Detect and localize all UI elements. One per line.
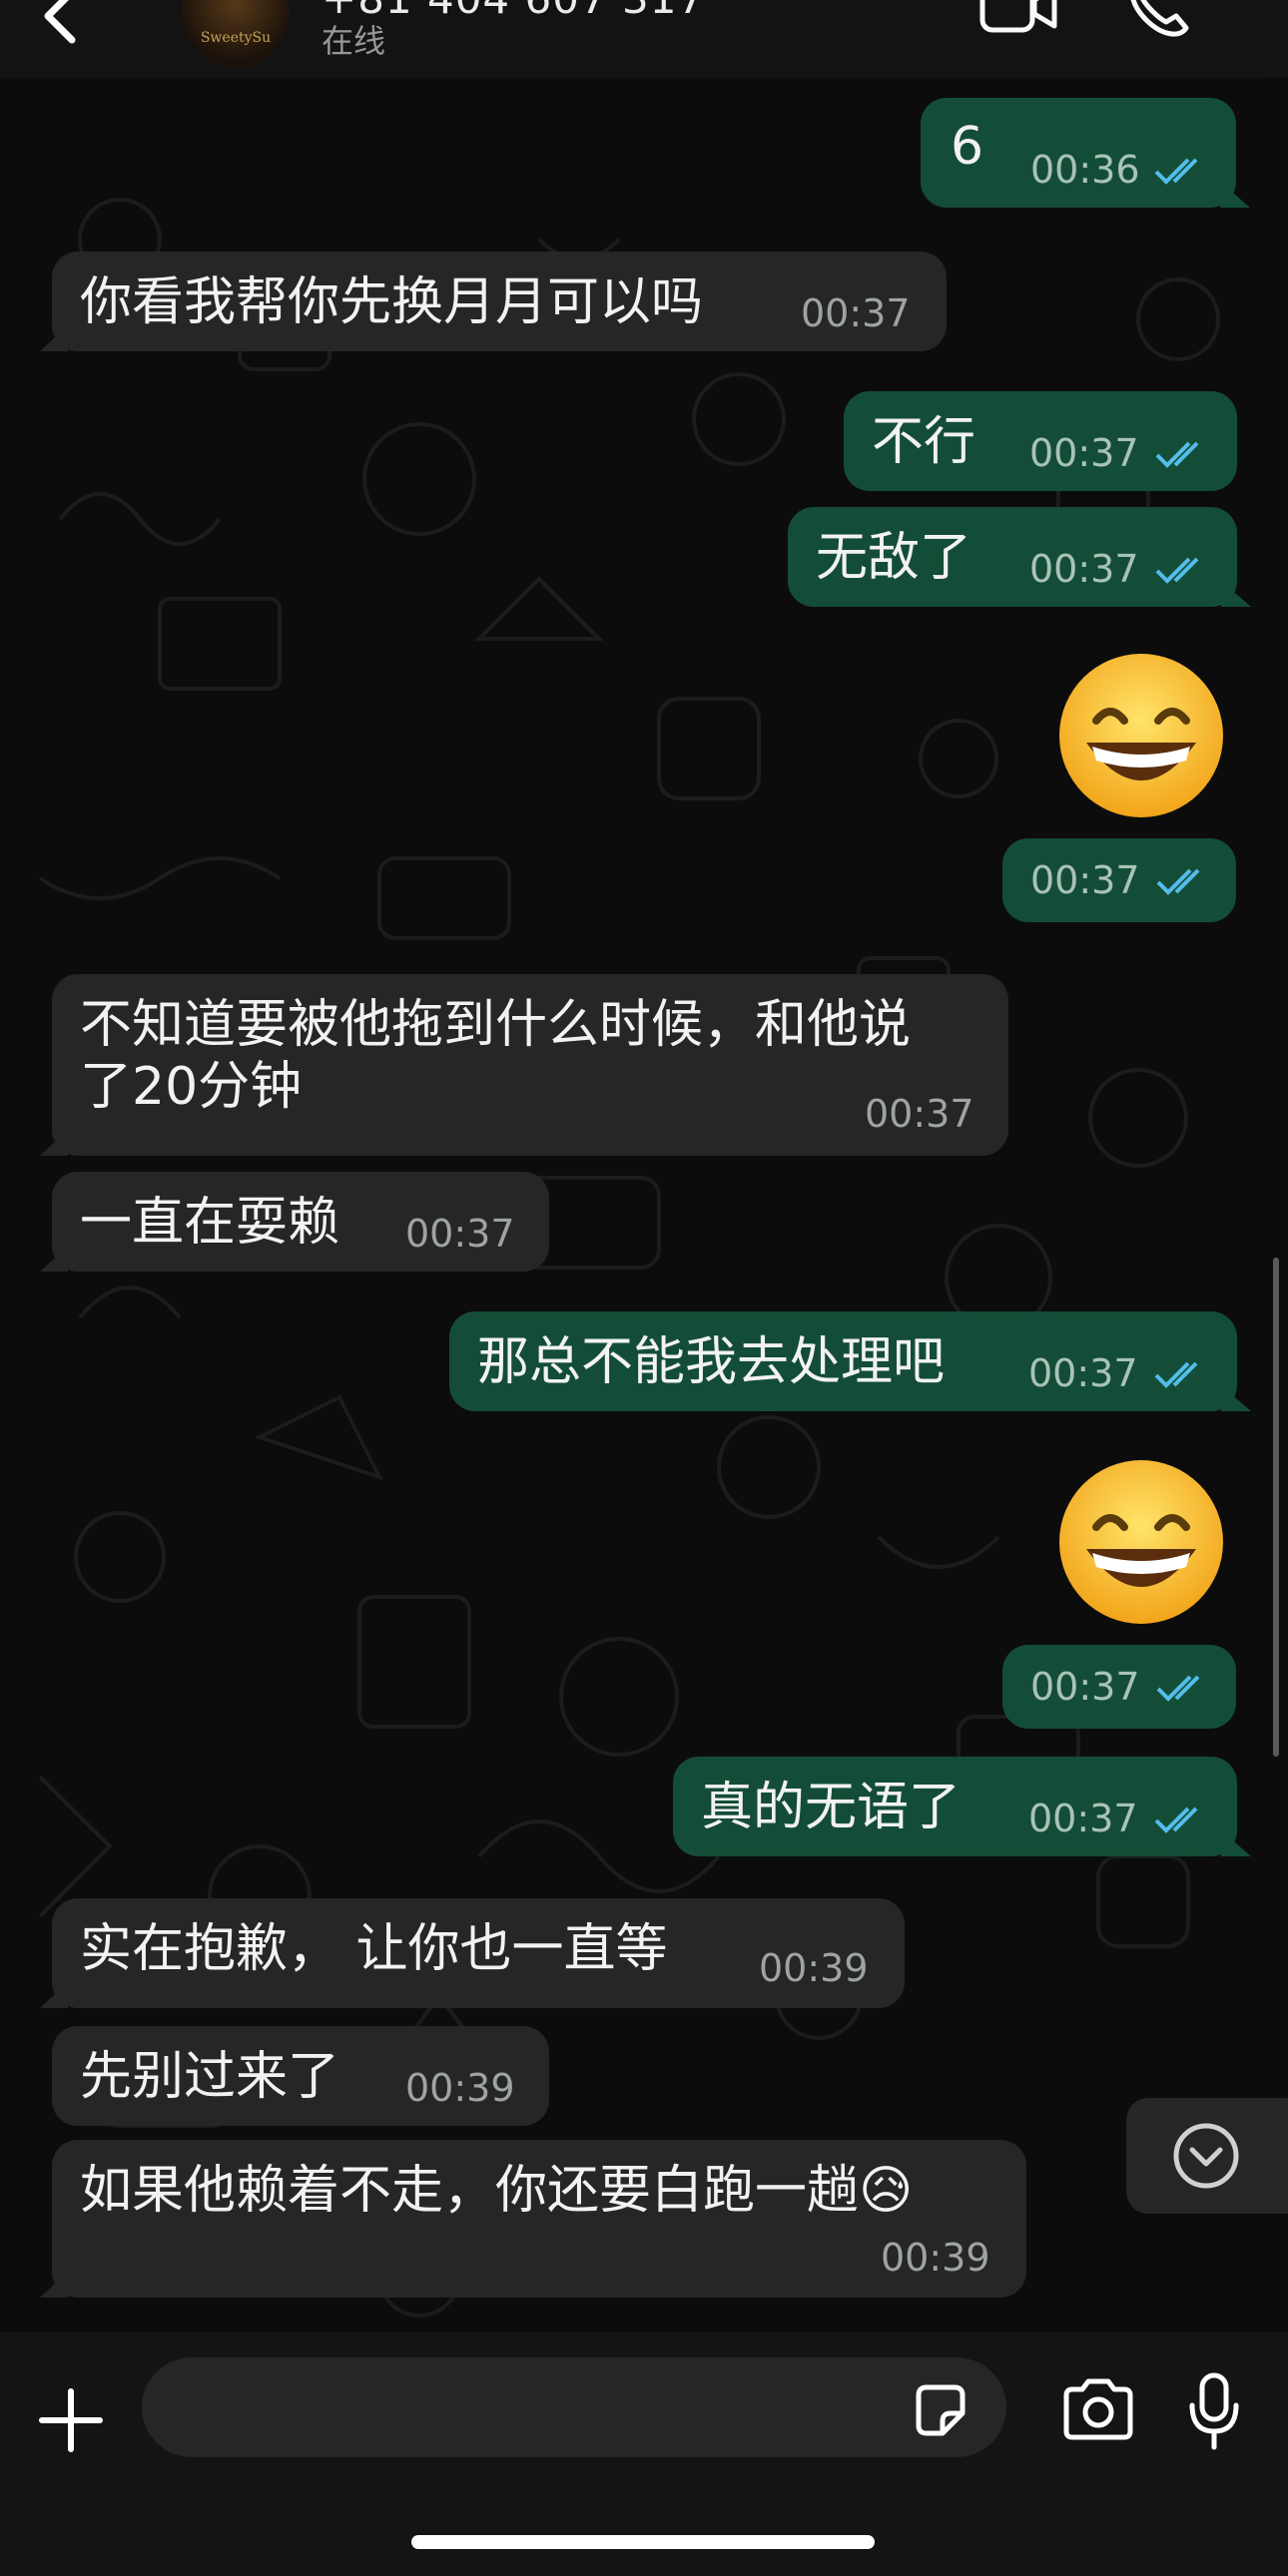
- scrollbar[interactable]: [1273, 1258, 1279, 1757]
- bubble-tail: [40, 325, 68, 351]
- bubble-tail: [40, 1130, 68, 1156]
- message-incoming[interactable]: 实在抱歉， 让你也一直等 00:39: [40, 1898, 905, 2008]
- camera-icon[interactable]: [1060, 2377, 1136, 2441]
- message-time: 00:37: [1029, 431, 1139, 475]
- message-text: 如果他赖着不走，你还要白跑一趟😥: [80, 2161, 914, 2221]
- message-outgoing[interactable]: 不行 00:37: [844, 391, 1237, 491]
- message-text-line-2: 了20分钟: [80, 1057, 303, 1117]
- chevron-down-icon: [1173, 2123, 1239, 2189]
- message-incoming[interactable]: 不知道要被他拖到什么时候，和他说 了20分钟 00:37: [40, 974, 1008, 1156]
- message-time: 00:37: [1028, 1797, 1138, 1840]
- message-time: 00:37: [405, 1212, 515, 1256]
- message-time: 00:37: [1030, 858, 1140, 902]
- read-ticks-icon: [1156, 1675, 1200, 1702]
- read-ticks-icon: [1154, 1806, 1198, 1833]
- message-time: 00:39: [759, 1946, 869, 1990]
- message-time: 00:37: [1029, 547, 1139, 591]
- message-incoming[interactable]: 你看我帮你先换月月可以吗 00:37: [40, 252, 947, 351]
- chat-header: SweetySu +81 404 607 317 在线: [0, 0, 1288, 78]
- voice-call-icon[interactable]: [1124, 0, 1194, 40]
- bubble-tail: [1221, 1385, 1251, 1411]
- bubble-tail: [40, 2272, 68, 2298]
- bubble-tail: [40, 1246, 68, 1272]
- scroll-to-bottom-button[interactable]: [1126, 2098, 1288, 2214]
- message-time: 00:37: [1028, 1351, 1138, 1395]
- message-time: 00:39: [881, 2236, 990, 2280]
- grinning-face-emoji-icon[interactable]: [1056, 651, 1226, 820]
- read-ticks-icon: [1154, 1361, 1198, 1388]
- message-text: 那总不能我去处理吧: [477, 1332, 946, 1392]
- read-ticks-icon: [1155, 557, 1199, 584]
- bubble-tail: [40, 1982, 68, 2008]
- bubble-tail: [1221, 581, 1251, 607]
- message-incoming[interactable]: 一直在耍赖 00:37: [40, 1172, 549, 1272]
- message-text-line-1: 不知道要被他拖到什么时候，和他说: [80, 995, 912, 1055]
- bubble-tail: [1220, 182, 1250, 208]
- avatar-logo-text: SweetySu: [200, 30, 272, 46]
- message-incoming[interactable]: 先别过来了 00:39: [52, 2026, 549, 2126]
- contact-status: 在线: [322, 22, 386, 60]
- message-time: 00:37: [865, 1092, 974, 1136]
- bubble-tail: [1221, 1830, 1251, 1856]
- message-time: 00:39: [405, 2066, 515, 2110]
- message-text: 实在抱歉， 让你也一直等: [80, 1919, 668, 1979]
- message-time: 00:37: [1030, 1665, 1140, 1709]
- message-outgoing[interactable]: 6 00:36: [921, 98, 1250, 208]
- read-ticks-icon: [1156, 868, 1200, 895]
- message-input[interactable]: [142, 2357, 1006, 2457]
- message-outgoing[interactable]: 00:37: [1002, 1645, 1236, 1729]
- message-outgoing[interactable]: 00:37: [1002, 838, 1236, 922]
- message-time: 00:37: [801, 291, 911, 335]
- back-icon[interactable]: [30, 0, 90, 46]
- message-text: 无敌了: [816, 528, 972, 588]
- message-text: 不行: [872, 412, 976, 472]
- plus-icon[interactable]: [36, 2385, 106, 2455]
- message-incoming[interactable]: 如果他赖着不走，你还要白跑一趟😥 00:39: [40, 2140, 1026, 2298]
- sticker-icon[interactable]: [911, 2381, 970, 2441]
- message-text: 一直在耍赖: [80, 1193, 340, 1253]
- message-outgoing[interactable]: 无敌了 00:37: [788, 507, 1251, 607]
- read-ticks-icon: [1155, 441, 1199, 468]
- message-time: 00:36: [1030, 148, 1140, 192]
- message-text: 你看我帮你先换月月可以吗: [80, 272, 704, 332]
- grinning-face-emoji-icon[interactable]: [1056, 1457, 1226, 1627]
- message-text: 6: [951, 117, 984, 177]
- read-ticks-icon: [1154, 158, 1198, 185]
- avatar[interactable]: SweetySu: [182, 0, 290, 68]
- microphone-icon[interactable]: [1188, 2371, 1240, 2451]
- message-outgoing[interactable]: 那总不能我去处理吧 00:37: [449, 1311, 1251, 1411]
- message-text: 真的无语了: [701, 1778, 962, 1837]
- home-indicator[interactable]: [411, 2535, 875, 2549]
- message-outgoing[interactable]: 真的无语了 00:37: [673, 1757, 1251, 1856]
- message-text: 先别过来了: [80, 2047, 340, 2107]
- video-call-icon[interactable]: [978, 0, 1058, 38]
